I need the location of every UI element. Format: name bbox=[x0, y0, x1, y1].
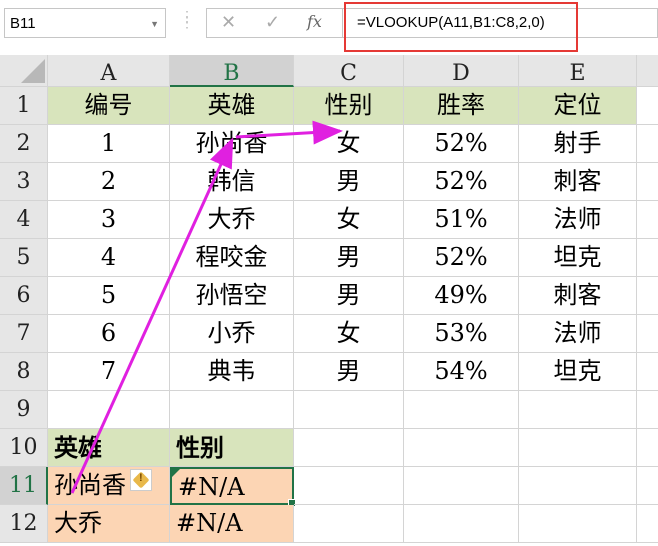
arrow-line bbox=[70, 137, 234, 494]
annotation-arrows bbox=[70, 120, 343, 494]
arrow-line bbox=[235, 120, 343, 145]
